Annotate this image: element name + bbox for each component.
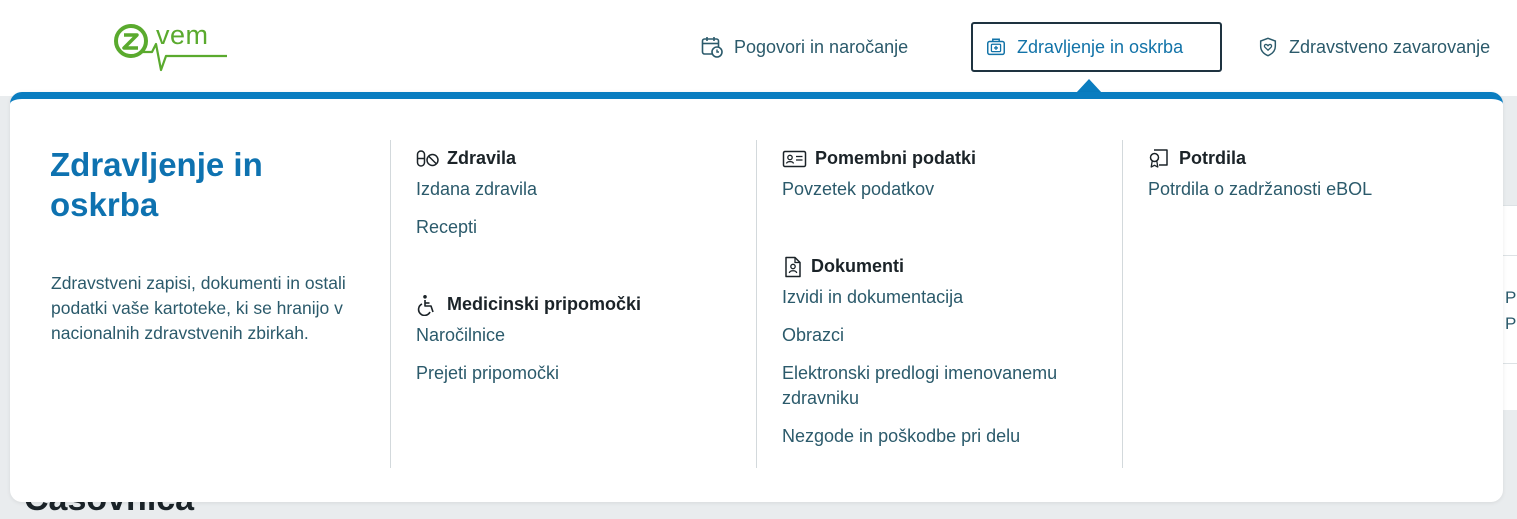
- background-card-text: P: [1505, 314, 1517, 333]
- calendar-clock-icon: [701, 37, 723, 58]
- link-recepti[interactable]: Recepti: [416, 215, 756, 240]
- link-obrazci[interactable]: Obrazci: [782, 323, 1122, 348]
- certificate-icon: [1149, 148, 1168, 168]
- column-divider: [390, 140, 391, 468]
- section-potrdila: Potrdila Potrdila o zadržanosti eBOL: [1148, 140, 1488, 202]
- menu-title: Zdravljenje in oskrba: [50, 146, 263, 223]
- section-title: Medicinski pripomočki: [447, 294, 642, 314]
- menu-pointer: [1076, 79, 1102, 93]
- shield-heart-icon: [1259, 37, 1277, 57]
- nav-label: Pogovori in naročanje: [734, 36, 909, 57]
- pills-icon: [416, 149, 439, 167]
- site-header: vem Pogovori in naročanje Zdravljenje in…: [0, 0, 1517, 96]
- section-zdravila: Zdravila Izdana zdravila Recepti: [416, 140, 756, 240]
- link-povzetek-podatkov[interactable]: Povzetek podatkov: [782, 177, 1122, 202]
- column-divider: [1122, 140, 1123, 468]
- nav-zdravljenje-in-oskrba[interactable]: Zdravljenje in oskrba: [971, 22, 1222, 72]
- link-elektronski-predlogi[interactable]: Elektronski predlogi imenovanemu zdravni…: [782, 361, 1102, 411]
- nav-label: Zdravljenje in oskrba: [1017, 36, 1184, 57]
- nav-zdravstveno-zavarovanje[interactable]: Zdravstveno zavarovanje: [1257, 22, 1490, 72]
- menu-description: Zdravstveni zapisi, dokumenti in ostali …: [51, 273, 346, 343]
- section-title: Dokumenti: [811, 256, 905, 276]
- section-title: Pomembni podatki: [815, 148, 977, 168]
- document-user-icon: [785, 256, 801, 277]
- zvem-logo[interactable]: vem: [112, 20, 232, 72]
- mega-menu-panel: Zdravljenje in oskrba Zdravstveni zapisi…: [10, 92, 1503, 502]
- link-izdana-zdravila[interactable]: Izdana zdravila: [416, 177, 756, 202]
- menu-column-1: Zdravila Izdana zdravila Recepti Medicin…: [416, 140, 756, 399]
- link-nezgode-in-poskodbe[interactable]: Nezgode in poškodbe pri delu: [782, 424, 1122, 449]
- link-prejeti-pripomocki[interactable]: Prejeti pripomočki: [416, 361, 756, 386]
- menu-column-3: Potrdila Potrdila o zadržanosti eBOL: [1148, 140, 1488, 215]
- section-medicinski-pripomocki: Medicinski pripomočki Naročilnice Prejet…: [416, 286, 756, 386]
- medical-bag-icon: [987, 38, 1005, 56]
- link-narocilnice[interactable]: Naročilnice: [416, 323, 756, 348]
- column-divider: [756, 140, 757, 468]
- background-card-text: P: [1505, 288, 1517, 307]
- nav-label: Zdravstveno zavarovanje: [1289, 36, 1491, 57]
- link-izvidi-in-dokumentacija[interactable]: Izvidi in dokumentacija: [782, 285, 1122, 310]
- nav-pogovori-in-narocanje[interactable]: Pogovori in naročanje: [700, 22, 908, 72]
- section-title: Zdravila: [447, 148, 517, 168]
- section-title: Potrdila: [1179, 148, 1247, 168]
- logo-text: vem: [156, 20, 209, 50]
- id-card-icon: [782, 150, 807, 167]
- menu-column-2: Pomembni podatki Povzetek podatkov Dokum…: [782, 140, 1122, 462]
- link-potrdila-o-zadrzanosti-ebol[interactable]: Potrdila o zadržanosti eBOL: [1148, 177, 1488, 202]
- wheelchair-icon: [417, 294, 434, 316]
- section-dokumenti: Dokumenti Izvidi in dokumentacija Obrazc…: [782, 248, 1122, 449]
- section-pomembni-podatki: Pomembni podatki Povzetek podatkov: [782, 140, 1122, 202]
